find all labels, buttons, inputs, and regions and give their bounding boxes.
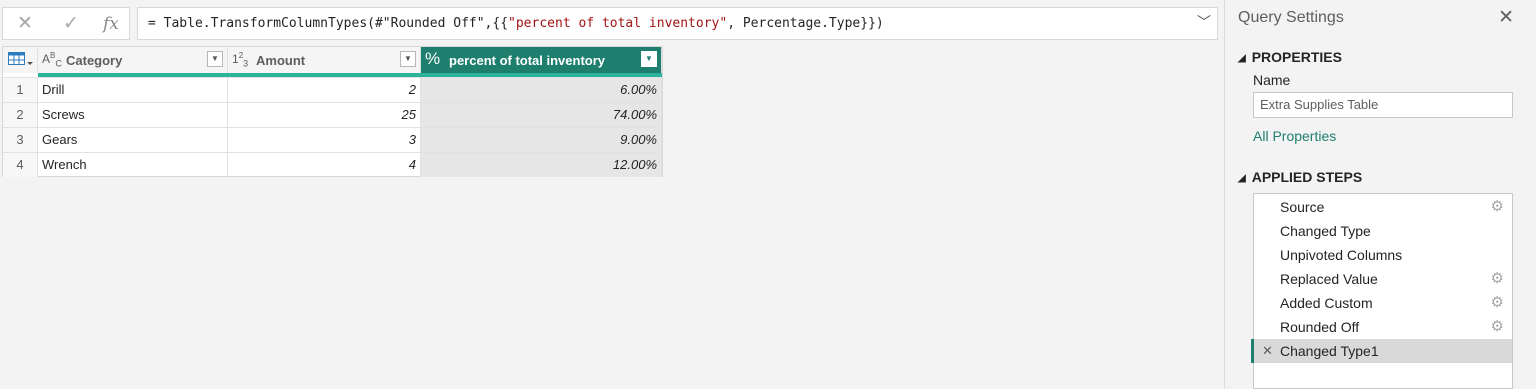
step-changed-type1[interactable]: ✕ Changed Type1	[1251, 339, 1512, 363]
table-cell[interactable]: 6.00%	[421, 78, 662, 102]
table-row: 4 Wrench 4 12.00%	[3, 152, 662, 177]
column-header-amount[interactable]: 123 Amount ▼	[228, 47, 421, 73]
table-cell[interactable]: 3	[228, 128, 421, 152]
name-label: Name	[1253, 72, 1291, 88]
formula-bar-controls: ✕ ✓ fx	[2, 7, 130, 40]
row-number: 3	[3, 128, 38, 152]
step-label: Changed Type	[1280, 223, 1371, 239]
applied-steps-list: Source ⚙ Changed Type Unpivoted Columns …	[1251, 193, 1513, 389]
row-number: 1	[3, 78, 38, 102]
close-icon[interactable]: ✕	[17, 14, 33, 34]
step-label: Source	[1280, 199, 1325, 215]
step-source[interactable]: Source ⚙	[1254, 195, 1512, 219]
table-cell[interactable]: 9.00%	[421, 128, 662, 152]
table-row: 3 Gears 3 9.00%	[3, 127, 662, 152]
step-added-custom[interactable]: Added Custom ⚙	[1254, 291, 1512, 315]
percent-type-icon[interactable]: %	[425, 49, 440, 69]
formula-input[interactable]: = Table.TransformColumnTypes(#"Rounded O…	[137, 7, 1218, 40]
gear-icon[interactable]: ⚙	[1491, 291, 1504, 315]
check-icon[interactable]: ✓	[63, 14, 79, 34]
text-type-icon[interactable]: ABC	[42, 51, 62, 68]
gear-icon[interactable]: ⚙	[1491, 315, 1504, 339]
step-label: Replaced Value	[1280, 271, 1378, 287]
properties-heading[interactable]: ◢ PROPERTIES	[1238, 49, 1342, 65]
formula-string: "percent of total inventory"	[508, 16, 728, 31]
number-type-icon[interactable]: 123	[232, 51, 248, 68]
table-cell[interactable]: 74.00%	[421, 103, 662, 127]
delete-step-icon[interactable]: ✕	[1262, 339, 1273, 363]
row-number: 4	[3, 153, 38, 177]
column-label: percent of total inventory	[449, 53, 606, 68]
step-rounded-off[interactable]: Rounded Off ⚙	[1254, 315, 1512, 339]
filter-dropdown-icon[interactable]: ▼	[400, 51, 416, 67]
table-cell[interactable]: 25	[228, 103, 421, 127]
applied-steps-heading[interactable]: ◢ APPLIED STEPS	[1238, 169, 1362, 185]
step-label: Unpivoted Columns	[1280, 247, 1403, 263]
gear-icon[interactable]: ⚙	[1491, 195, 1504, 219]
table-row: 1 Drill 2 6.00%	[3, 77, 662, 102]
table-menu-icon[interactable]	[3, 47, 38, 73]
table-cell[interactable]: 2	[228, 78, 421, 102]
fx-icon[interactable]: fx	[103, 14, 119, 34]
column-label: Amount	[256, 53, 306, 68]
row-number: 2	[3, 103, 38, 127]
step-unpivoted-columns[interactable]: Unpivoted Columns	[1254, 243, 1512, 267]
column-label: Category	[66, 53, 123, 68]
formula-prefix: = Table.TransformColumnTypes(#"Rounded O…	[148, 16, 509, 31]
step-label: Rounded Off	[1280, 319, 1360, 335]
query-name-input[interactable]: Extra Supplies Table	[1253, 92, 1513, 118]
column-header-category[interactable]: ABC Category ▼	[38, 47, 228, 73]
table-grid-icon	[8, 52, 33, 65]
query-settings-panel: Query Settings ✕ ◢ PROPERTIES Name Extra …	[1224, 0, 1536, 389]
filter-dropdown-icon[interactable]: ▼	[641, 51, 657, 67]
step-changed-type[interactable]: Changed Type	[1254, 219, 1512, 243]
gear-icon[interactable]: ⚙	[1491, 267, 1504, 291]
table-row: 2 Screws 25 74.00%	[3, 102, 662, 127]
step-replaced-value[interactable]: Replaced Value ⚙	[1254, 267, 1512, 291]
column-header-percent[interactable]: % percent of total inventory ▼	[421, 47, 662, 73]
collapse-triangle-icon[interactable]: ◢	[1238, 53, 1246, 64]
section-label: APPLIED STEPS	[1251, 169, 1363, 185]
table-cell[interactable]: Gears	[38, 128, 228, 152]
table-cell[interactable]: 12.00%	[421, 153, 662, 177]
table-cell[interactable]: Screws	[38, 103, 228, 127]
chevron-down-icon[interactable]: ﹀	[1197, 8, 1211, 39]
step-label: Added Custom	[1280, 295, 1373, 311]
all-properties-link[interactable]: All Properties	[1253, 128, 1336, 144]
table-cell[interactable]: 4	[228, 153, 421, 177]
step-label: Changed Type1	[1280, 343, 1379, 359]
table-cell[interactable]: Wrench	[38, 153, 228, 177]
close-icon[interactable]: ✕	[1498, 6, 1514, 29]
table-cell[interactable]: Drill	[38, 78, 228, 102]
formula-suffix: , Percentage.Type}})	[727, 16, 884, 31]
panel-title: Query Settings	[1238, 9, 1344, 26]
filter-dropdown-icon[interactable]: ▼	[207, 51, 223, 67]
collapse-triangle-icon[interactable]: ◢	[1238, 173, 1246, 184]
data-grid: ABC Category ▼ 123 Amount ▼ % percent of…	[2, 46, 663, 177]
section-label: PROPERTIES	[1251, 49, 1342, 65]
